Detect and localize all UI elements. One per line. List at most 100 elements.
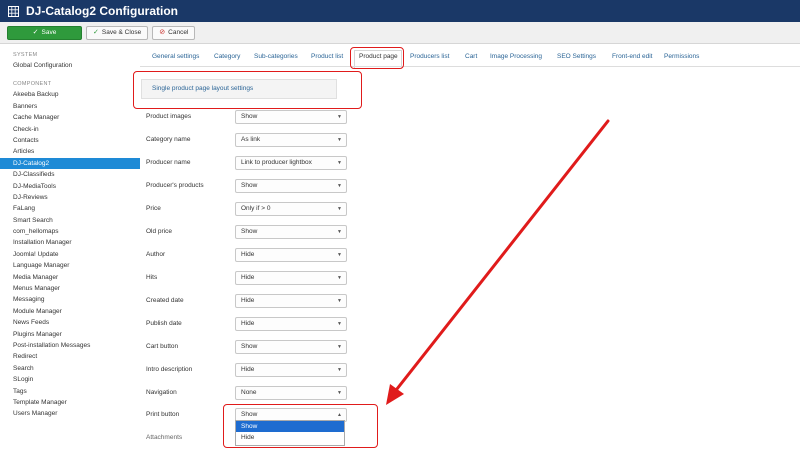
field-select[interactable]: None ▼: [235, 386, 347, 400]
select-value: Show: [241, 343, 258, 350]
caret-down-icon: ▼: [337, 206, 342, 212]
select-value: Hide: [241, 297, 255, 304]
tab[interactable]: General settings: [152, 53, 199, 60]
sidebar-item[interactable]: com_hellomaps: [0, 226, 140, 237]
select-value: None: [241, 389, 257, 396]
sidebar-item[interactable]: Akeeba Backup: [0, 89, 140, 100]
save-close-button[interactable]: ✓ Save & Close: [86, 25, 149, 40]
sidebar-item[interactable]: SLogin: [0, 374, 140, 385]
toolbar: ✓ Save ✓ Save & Close ⊘ Cancel: [0, 22, 800, 44]
sidebar-item[interactable]: FaLang: [0, 203, 140, 214]
sidebar-item[interactable]: Plugins Manager: [0, 329, 140, 340]
field-label: Category name: [146, 136, 191, 143]
sidebar-item[interactable]: Messaging: [0, 294, 140, 305]
caret-down-icon: ▼: [337, 275, 342, 281]
form-row: Intro description Hide ▼: [146, 363, 356, 377]
tab-bar: General settings Category Sub-categories Pr…: [140, 50, 800, 67]
sidebar-item[interactable]: DJ-Catalog2: [0, 157, 140, 170]
tab[interactable]: Product list: [311, 53, 343, 60]
field-select[interactable]: Only if > 0 ▼: [235, 202, 347, 216]
select-value: Hide: [241, 366, 255, 373]
form-row: Cart button Show ▼: [146, 340, 356, 354]
select-value: Show: [241, 228, 258, 235]
field-label: Producer's products: [146, 182, 204, 189]
tab[interactable]: Cart: [465, 53, 477, 60]
sidebar-item[interactable]: Articles: [0, 146, 140, 157]
sidebar-item[interactable]: Smart Search: [0, 215, 140, 226]
field-select[interactable]: Hide ▼: [235, 363, 347, 377]
tab[interactable]: Permissions: [664, 53, 699, 60]
sidebar: SYSTEM Global Configuration COMPONENT Ak…: [0, 44, 140, 449]
form-row: Old price Show ▼: [146, 225, 356, 239]
form-row: Producer's products Show ▼: [146, 179, 356, 193]
tab[interactable]: Sub-categories: [254, 53, 298, 60]
select-value: Hide: [241, 251, 255, 258]
select-value: Hide: [241, 320, 255, 327]
sidebar-item[interactable]: Installation Manager: [0, 237, 140, 248]
select-value: Show: [241, 113, 258, 120]
field-select[interactable]: As link ▼: [235, 133, 347, 147]
sidebar-item[interactable]: Template Manager: [0, 397, 140, 408]
sidebar-item[interactable]: DJ-Classifieds: [0, 169, 140, 180]
cancel-label: Cancel: [168, 29, 189, 36]
field-select[interactable]: Hide ▼: [235, 294, 347, 308]
tab[interactable]: Image Processing: [490, 53, 542, 60]
sidebar-item[interactable]: Cache Manager: [0, 112, 140, 123]
sidebar-item[interactable]: Tags: [0, 386, 140, 397]
form-row: Hits Hide ▼: [146, 271, 356, 285]
sidebar-component-header: COMPONENT: [13, 81, 52, 88]
field-select[interactable]: Show ▼: [235, 110, 347, 124]
field-select[interactable]: Show ▼: [235, 340, 347, 354]
field-label: Created date: [146, 297, 184, 304]
sidebar-item[interactable]: Module Manager: [0, 306, 140, 317]
sidebar-item[interactable]: DJ-MediaTools: [0, 181, 140, 192]
caret-down-icon: ▼: [337, 390, 342, 396]
form-row: Category name As link ▼: [146, 133, 356, 147]
sidebar-item[interactable]: Menus Manager: [0, 283, 140, 294]
field-label: Print button: [146, 411, 180, 418]
select-value: Hide: [241, 274, 255, 281]
field-label: Price: [146, 205, 161, 212]
grid-icon: [6, 4, 20, 18]
sidebar-item[interactable]: Joomla! Update: [0, 249, 140, 260]
form-row: Author Hide ▼: [146, 248, 356, 262]
form-row: Navigation None ▼: [146, 386, 356, 400]
annotation-section-box: [133, 71, 362, 109]
sidebar-item[interactable]: Users Manager: [0, 408, 140, 419]
field-label: Cart button: [146, 343, 179, 350]
field-select[interactable]: Hide ▼: [235, 317, 347, 331]
sidebar-item[interactable]: DJ-Reviews: [0, 192, 140, 203]
tab[interactable]: Producers list: [410, 53, 449, 60]
field-label: Producer name: [146, 159, 191, 166]
sidebar-item[interactable]: Banners: [0, 101, 140, 112]
field-label: Hits: [146, 274, 158, 281]
cancel-button[interactable]: ⊘ Cancel: [152, 25, 196, 40]
attachments-label: Attachments: [146, 434, 183, 441]
caret-down-icon: ▼: [337, 137, 342, 143]
tab[interactable]: Category: [214, 53, 240, 60]
field-select[interactable]: Hide ▼: [235, 271, 347, 285]
save-close-label: Save & Close: [101, 29, 142, 36]
field-select[interactable]: Hide ▼: [235, 248, 347, 262]
field-select[interactable]: Link to producer lightbox ▼: [235, 156, 347, 170]
save-button[interactable]: ✓ Save: [7, 25, 82, 40]
sidebar-item[interactable]: Search: [0, 363, 140, 374]
form-row: Price Only if > 0 ▼: [146, 202, 356, 216]
annotation-tab-box: [350, 47, 404, 69]
sidebar-item-global-configuration[interactable]: Global Configuration: [0, 60, 140, 71]
tab[interactable]: Front-end edit: [612, 53, 652, 60]
select-value: Show: [241, 182, 258, 189]
caret-down-icon: ▼: [337, 367, 342, 373]
sidebar-item[interactable]: Redirect: [0, 351, 140, 362]
field-select[interactable]: Show ▼: [235, 179, 347, 193]
sidebar-item[interactable]: Media Manager: [0, 272, 140, 283]
sidebar-item[interactable]: Contacts: [0, 135, 140, 146]
annotation-dropdown-box: [223, 404, 378, 448]
sidebar-item[interactable]: Post-installation Messages: [0, 340, 140, 351]
field-select[interactable]: Show ▼: [235, 225, 347, 239]
sidebar-item[interactable]: Check-in: [0, 124, 140, 135]
sidebar-item[interactable]: Language Manager: [0, 260, 140, 271]
tab[interactable]: SEO Settings: [557, 53, 596, 60]
field-label: Product images: [146, 113, 192, 120]
sidebar-item[interactable]: News Feeds: [0, 317, 140, 328]
